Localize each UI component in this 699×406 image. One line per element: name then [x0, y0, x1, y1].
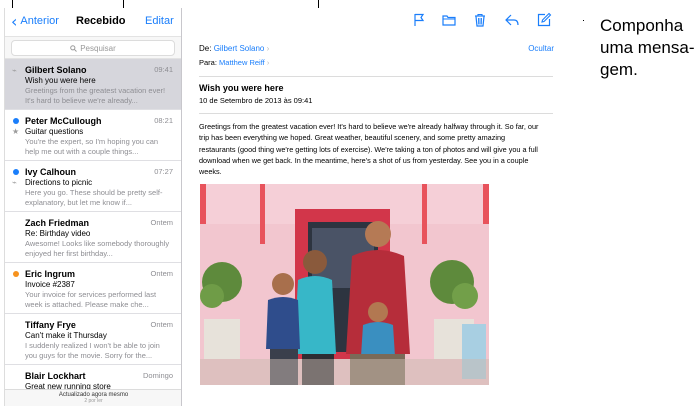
reply-icon[interactable] [504, 12, 520, 28]
trash-icon[interactable] [472, 12, 488, 28]
message-sender: Zach Friedman [25, 218, 90, 228]
nav-bar: ‹ Anterior Recebido Editar [5, 8, 181, 36]
message-row[interactable]: ⌁ Ivy Calhoun 07:27 Directions to picnic… [5, 161, 181, 212]
folder-icon[interactable] [441, 12, 457, 28]
email-body: Greetings from the greatest vacation eve… [199, 122, 539, 177]
edit-button[interactable]: Editar [145, 15, 174, 27]
message-time: Ontem [150, 218, 173, 227]
compose-icon[interactable] [536, 12, 552, 28]
unread-dot [13, 118, 19, 124]
mailbox-pane: ‹ Anterior Recebido Editar Pesquisar ⌁ G… [5, 8, 182, 406]
message-time: 07:27 [154, 167, 173, 176]
compose-annotation: Componha uma mensa- gem. [600, 15, 694, 81]
to-label: Para: [199, 58, 217, 67]
mailbox-title: Recebido [76, 15, 126, 27]
back-button[interactable]: ‹ Anterior [11, 11, 59, 31]
email-subject: Wish you were here [199, 83, 284, 93]
message-subject: Invoice #2387 [25, 280, 75, 289]
star-icon: ★ [12, 127, 20, 136]
message-preview: I suddenly realized I won't be able to j… [25, 341, 160, 360]
back-label: Anterior [20, 15, 59, 27]
email-date: 10 de Setembro de 2013 às 09:41 [199, 96, 313, 105]
message-time: Ontem [150, 269, 173, 278]
message-row[interactable]: Zach Friedman Ontem Re: Birthday video A… [5, 212, 181, 263]
mail-app: ‹ Anterior Recebido Editar Pesquisar ⌁ G… [4, 8, 583, 406]
message-sender: Gilbert Solano [25, 65, 87, 75]
mailbox-status: Actualizado agora mesmo 2 por ler [5, 389, 181, 406]
search-bar: Pesquisar [5, 36, 181, 59]
message-time: Ontem [150, 320, 173, 329]
family-photo [200, 184, 489, 385]
message-preview: Greetings from the greatest vacation eve… [25, 86, 166, 105]
message-preview: Awesome! Looks like somebody thoroughly … [25, 239, 170, 258]
message-row[interactable]: Eric Ingrum Ontem Invoice #2387 Your inv… [5, 263, 181, 314]
message-subject: Wish you were here [25, 76, 96, 85]
message-preview: Here you go. These should be pretty self… [25, 188, 163, 207]
message-time: 08:21 [154, 116, 173, 125]
annotation-line: gem. [600, 60, 638, 79]
paperclip-icon: ⌁ [12, 66, 17, 75]
paperclip-icon: ⌁ [12, 178, 17, 187]
flag-dot [13, 271, 19, 277]
annotation-line: uma mensa- [600, 38, 695, 57]
message-subject: Can't make it Thursday [25, 331, 107, 340]
message-sender: Peter McCullough [25, 116, 102, 126]
message-sender: Tiffany Frye [25, 320, 76, 330]
message-row[interactable]: ⌁ Gilbert Solano 09:41 Wish you were her… [5, 59, 181, 110]
flag-icon[interactable] [411, 12, 427, 28]
message-preview: You're the expert, so I'm hoping you can… [25, 137, 159, 156]
hide-details-button[interactable]: Ocultar [528, 44, 554, 53]
message-sender: Blair Lockhart [25, 371, 86, 381]
message-row[interactable]: Tiffany Frye Ontem Can't make it Thursda… [5, 314, 181, 365]
message-subject: Directions to picnic [25, 178, 93, 187]
from-name[interactable]: Gilbert Solano [214, 44, 265, 53]
message-row[interactable]: ★ Peter McCullough 08:21 Guitar question… [5, 110, 181, 161]
unread-dot [13, 169, 19, 175]
from-line: De: Gilbert Solano › [199, 44, 269, 53]
message-sender: Eric Ingrum [25, 269, 76, 279]
to-name[interactable]: Matthew Reiff [219, 58, 265, 67]
message-subject: Re: Birthday video [25, 229, 91, 238]
message-time: Domingo [142, 371, 173, 380]
message-pane: De: Gilbert Solano › Para: Matthew Reiff… [182, 8, 583, 406]
search-placeholder: Pesquisar [80, 43, 116, 53]
to-line: Para: Matthew Reiff › [199, 58, 269, 67]
body-divider [199, 113, 553, 114]
search-icon [70, 44, 78, 52]
message-sender: Ivy Calhoun [25, 167, 77, 177]
chevron-right-icon: › [266, 44, 270, 53]
message-subject: Guitar questions [25, 127, 84, 136]
from-label: De: [199, 44, 212, 53]
message-preview: Your invoice for services performed last… [25, 290, 157, 309]
search-input[interactable]: Pesquisar [11, 40, 175, 56]
header-divider [199, 76, 553, 77]
annotation-line: Componha [600, 16, 684, 35]
message-time: 09:41 [154, 65, 173, 74]
unread-count: 2 por ler [84, 398, 103, 404]
chevron-left-icon: ‹ [11, 11, 18, 31]
chevron-right-icon: › [266, 58, 270, 67]
